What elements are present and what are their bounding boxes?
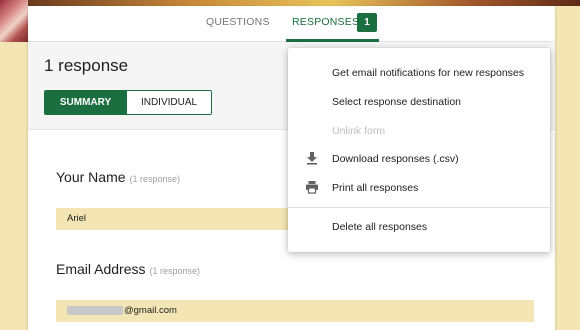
- question-response-count: (1 response): [149, 266, 201, 276]
- individual-toggle-button[interactable]: INDIVIDUAL: [126, 91, 211, 114]
- email-domain: @gmail.com: [124, 305, 177, 316]
- response-count-title: 1 response: [44, 56, 129, 75]
- responses-more-menu: Get email notifications for new response…: [288, 48, 550, 252]
- question-title: Your Name (1 response): [56, 169, 180, 185]
- print-icon: [305, 180, 319, 194]
- menu-item-print-all[interactable]: Print all responses: [288, 174, 550, 202]
- menu-item-delete-all[interactable]: Delete all responses: [288, 213, 550, 241]
- menu-divider: [288, 207, 550, 208]
- responses-count-badge: 1: [357, 13, 377, 32]
- tab-bar: QUESTIONS RESPONSES 1: [28, 6, 555, 42]
- menu-item-email-notifications[interactable]: Get email notifications for new response…: [288, 59, 550, 87]
- menu-item-download-csv[interactable]: Download responses (.csv): [288, 145, 550, 173]
- view-toggle: SUMMARY INDIVIDUAL: [44, 90, 212, 115]
- tab-questions[interactable]: QUESTIONS: [206, 16, 270, 28]
- redacted-text: [67, 305, 123, 315]
- summary-toggle-button[interactable]: SUMMARY: [45, 91, 126, 114]
- header-image: [0, 0, 28, 42]
- menu-item-unlink-form: Unlink form: [332, 125, 386, 137]
- question-response-count: (1 response): [129, 174, 181, 184]
- question-label: Email Address: [56, 261, 146, 277]
- menu-item-select-destination[interactable]: Select response destination: [288, 88, 550, 116]
- question-title: Email Address (1 response): [56, 261, 200, 277]
- tab-responses[interactable]: RESPONSES: [292, 16, 359, 28]
- question-label: Your Name: [56, 169, 126, 185]
- answer-row: @gmail.com: [56, 300, 534, 322]
- download-icon: [305, 151, 319, 165]
